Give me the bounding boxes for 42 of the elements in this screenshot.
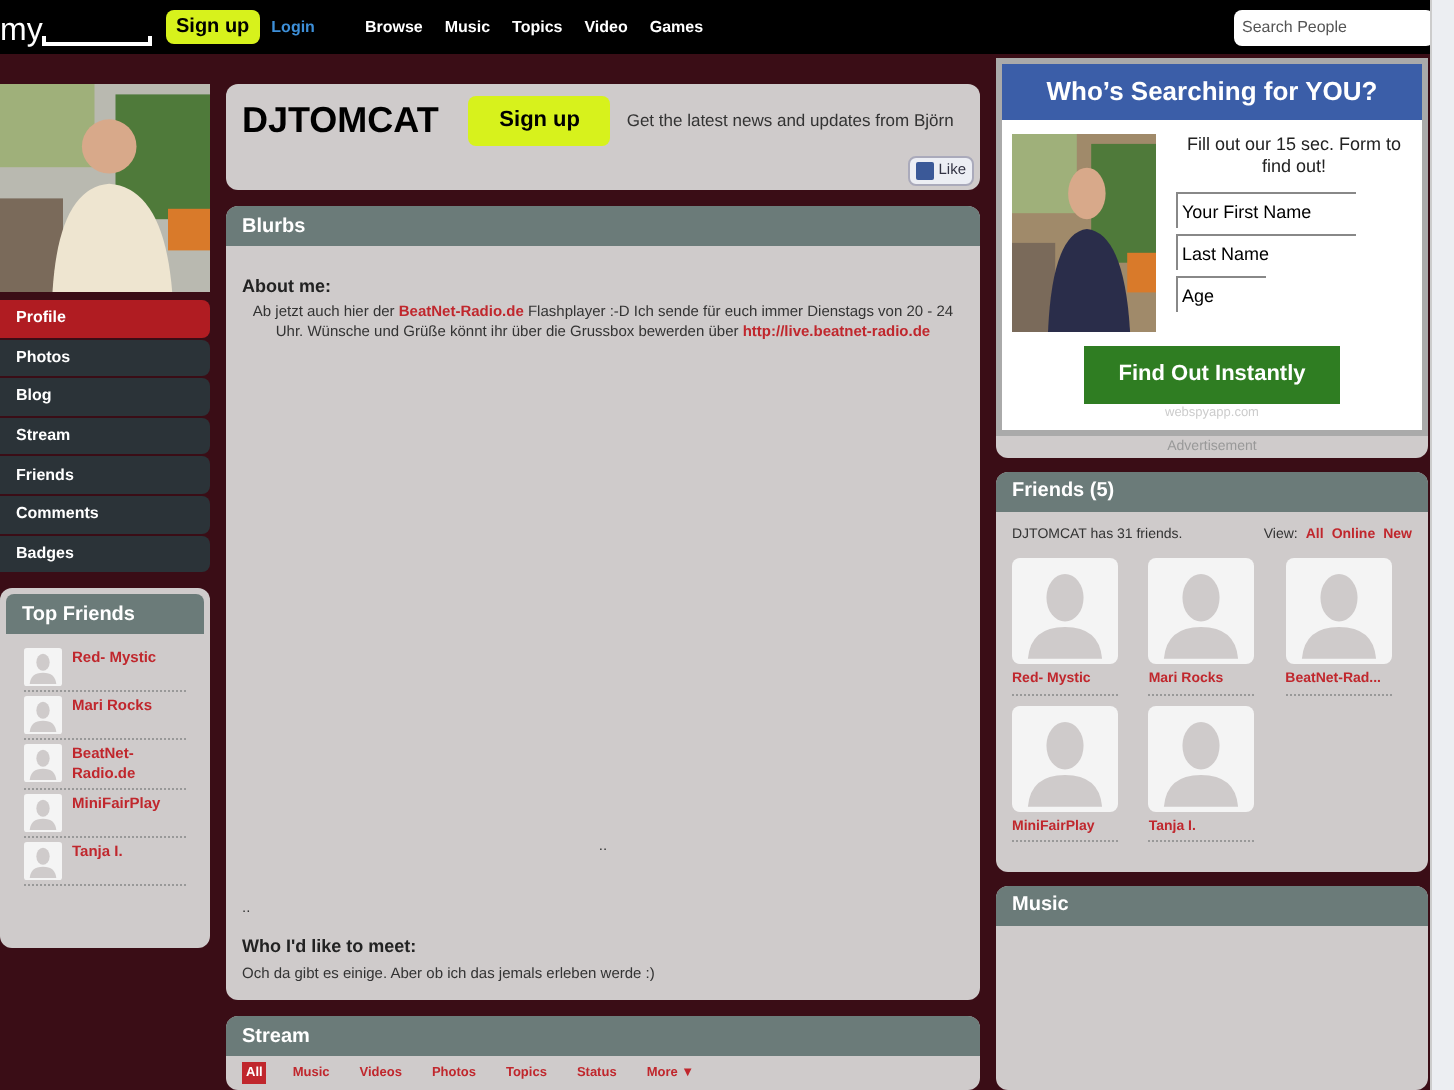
nav-link[interactable]: Music bbox=[444, 15, 491, 39]
logo[interactable]: my bbox=[0, 7, 152, 47]
input-field[interactable]: Last Name bbox=[1176, 234, 1356, 270]
panel-title: Blurbs bbox=[242, 213, 306, 241]
person-icon bbox=[24, 842, 62, 881]
sidebar-item[interactable]: Blog bbox=[0, 378, 210, 416]
person-icon bbox=[1012, 558, 1118, 665]
nav-link[interactable]: Browse bbox=[364, 15, 423, 39]
search-field[interactable]: Search People bbox=[1234, 9, 1434, 45]
nav-link[interactable]: Topics bbox=[512, 15, 563, 39]
sidebar-item[interactable]: Badges bbox=[0, 535, 210, 573]
nav-link[interactable]: Games bbox=[649, 15, 704, 39]
input-field[interactable]: Your First Name bbox=[1176, 192, 1356, 228]
ad-title: Who’s Searching for YOU? bbox=[1002, 64, 1422, 120]
panel-title: Friends (5) bbox=[1012, 478, 1115, 507]
input-field[interactable]: Age bbox=[1176, 276, 1266, 312]
find-out-button[interactable]: Find Out Instantly bbox=[1084, 346, 1340, 404]
ad-text: Fill out our 15 sec. Form to find out! bbox=[1184, 134, 1404, 178]
person-icon bbox=[1148, 558, 1255, 665]
sidebar-item[interactable]: Photos bbox=[0, 339, 210, 377]
signup-button[interactable]: Sign up bbox=[468, 96, 611, 146]
nav-link[interactable]: Video bbox=[584, 15, 628, 39]
panel-title: Music bbox=[1012, 892, 1069, 921]
panel-title: Stream bbox=[242, 1023, 310, 1051]
login-link[interactable]: Login bbox=[271, 15, 315, 39]
person-icon bbox=[24, 744, 62, 783]
profile-name: DJTOMCAT bbox=[242, 98, 439, 144]
sidebar-item[interactable]: Profile bbox=[0, 300, 210, 338]
section-heading: Who I'd like to meet: bbox=[242, 934, 419, 961]
person-icon bbox=[24, 696, 62, 735]
section-heading: About me: bbox=[242, 274, 333, 300]
person-icon bbox=[24, 648, 62, 687]
sidebar-item[interactable]: Comments bbox=[0, 495, 210, 534]
person-icon bbox=[24, 794, 62, 833]
panel-title: Top Friends bbox=[22, 601, 135, 630]
sidebar-item[interactable]: Friends bbox=[0, 456, 210, 494]
person-icon bbox=[1012, 705, 1118, 812]
signup-button[interactable]: Sign up bbox=[166, 10, 260, 44]
sidebar-item[interactable]: Stream bbox=[0, 417, 210, 455]
person-icon bbox=[1285, 558, 1392, 665]
person-icon bbox=[1148, 705, 1255, 812]
tagline: Get the latest news and updates from Björn bbox=[626, 108, 954, 134]
